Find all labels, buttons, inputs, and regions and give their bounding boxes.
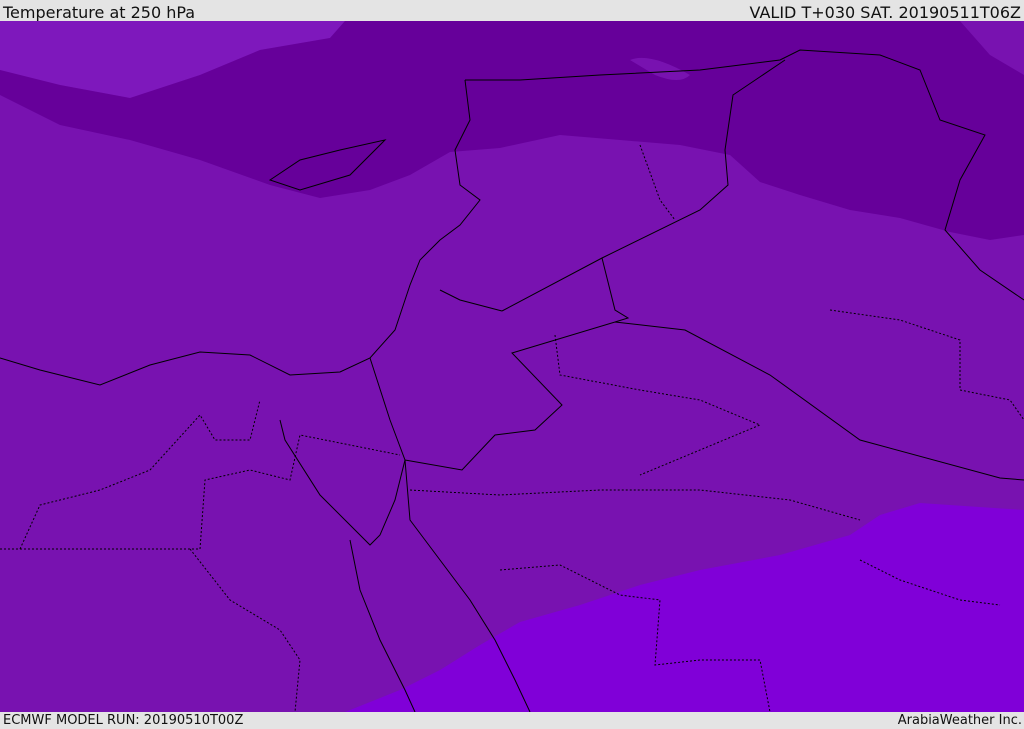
map-title: Temperature at 250 hPa (3, 3, 196, 22)
credit: ArabiaWeather Inc. (897, 713, 1022, 728)
footer-bar: ECMWF MODEL RUN: 20190510T00Z ArabiaWeat… (0, 712, 1024, 729)
temperature-map (0, 21, 1024, 712)
model-run: ECMWF MODEL RUN: 20190510T00Z (3, 713, 244, 728)
valid-time: VALID T+030 SAT. 20190511T06Z (749, 3, 1021, 22)
header-bar: Temperature at 250 hPa VALID T+030 SAT. … (0, 0, 1024, 22)
